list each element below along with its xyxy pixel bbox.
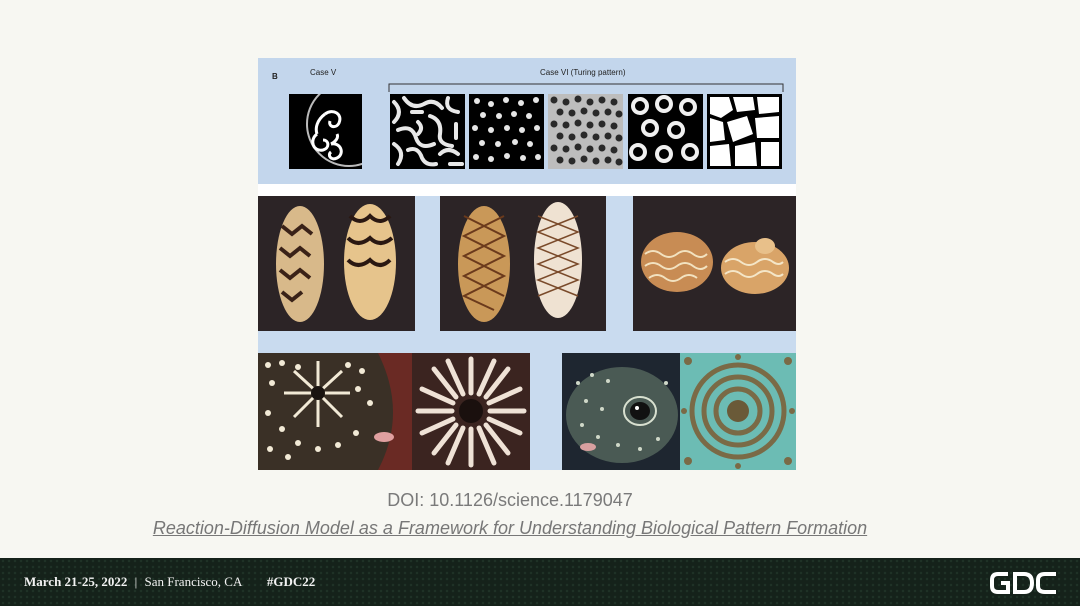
spot-pattern-tile bbox=[469, 94, 544, 169]
olive-shell-photo-1 bbox=[258, 196, 415, 331]
ring-pattern-tile bbox=[628, 94, 703, 169]
event-hashtag: #GDC22 bbox=[266, 574, 316, 589]
cell-pattern-tile bbox=[707, 94, 782, 169]
event-dates: March 21-25, 2022 bbox=[24, 574, 128, 589]
footer-info: March 21-25, 2022 | San Francisco, CA #G… bbox=[24, 574, 315, 590]
turing-pattern-figure: B Case V Case VI (Turing pattern) bbox=[258, 58, 796, 470]
gdc-logo bbox=[990, 572, 1056, 594]
snail-shell-photo bbox=[633, 196, 796, 331]
spiral-pattern-tile bbox=[289, 94, 362, 169]
panel-label: B bbox=[272, 72, 278, 81]
cone-shell-photo bbox=[440, 196, 606, 331]
slide: B Case V Case VI (Turing pattern) DOI: 1… bbox=[0, 0, 1080, 558]
event-location: San Francisco, CA bbox=[144, 574, 242, 589]
boxfish-photo bbox=[258, 353, 412, 470]
pufferfish-photo bbox=[562, 353, 680, 470]
doi-text: DOI: 10.1126/science.1179047 bbox=[387, 490, 633, 510]
simulation-panel: B Case V Case VI (Turing pattern) bbox=[258, 58, 796, 184]
case6-bracket bbox=[388, 83, 784, 92]
case6-label: Case VI (Turing pattern) bbox=[540, 68, 626, 77]
dense-spot-pattern-tile bbox=[548, 94, 623, 169]
footer-separator: | bbox=[134, 574, 138, 589]
concentric-simulation-tile bbox=[680, 353, 796, 470]
radial-simulation-tile bbox=[412, 353, 530, 470]
figure-divider bbox=[258, 184, 796, 196]
labyrinth-pattern-tile bbox=[390, 94, 465, 169]
paper-title-link[interactable]: Reaction-Diffusion Model as a Framework … bbox=[0, 518, 1020, 539]
case5-label: Case V bbox=[310, 68, 337, 77]
footer-bar: March 21-25, 2022 | San Francisco, CA #G… bbox=[0, 558, 1080, 606]
